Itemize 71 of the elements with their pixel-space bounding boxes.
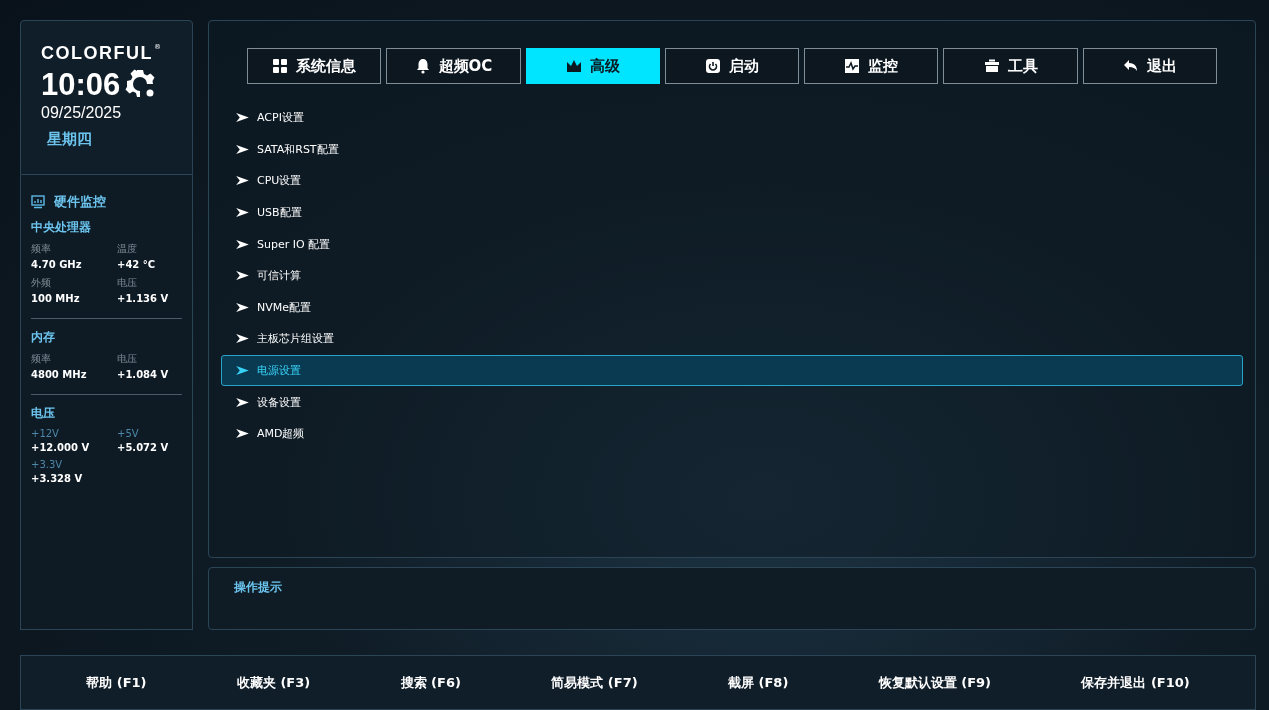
arrow-icon bbox=[236, 334, 249, 344]
arrow-icon bbox=[236, 271, 249, 281]
menu-item[interactable]: ACPI设置 bbox=[221, 102, 1243, 134]
reading-label: +3.3V bbox=[31, 459, 64, 470]
reading-label: 电压 bbox=[117, 276, 138, 290]
bell-icon bbox=[414, 58, 431, 74]
menu-item[interactable]: AMD超频 bbox=[221, 417, 1243, 450]
hotkey-button[interactable]: 截屏 (F8) bbox=[722, 672, 795, 693]
reading-value: +1.084 V bbox=[117, 369, 170, 380]
menu-tab[interactable]: 超频OC bbox=[386, 48, 521, 84]
clock-time: 10:06 bbox=[41, 68, 121, 100]
reading-value: 100 MHz bbox=[31, 293, 81, 304]
monitor-icon bbox=[31, 195, 45, 209]
reading-label: 温度 bbox=[117, 242, 138, 256]
hint-title: 操作提示 bbox=[234, 580, 282, 594]
reading-value: +42 °C bbox=[117, 259, 157, 270]
gear-icon[interactable] bbox=[124, 68, 157, 100]
arrow-icon bbox=[236, 366, 249, 376]
menu-tab[interactable]: 监控 bbox=[804, 48, 939, 84]
reading-label: 频率 bbox=[31, 352, 52, 366]
arrow-icon bbox=[236, 397, 249, 407]
section-title: 电压 bbox=[31, 405, 56, 422]
reading-value: 4800 MHz bbox=[31, 369, 88, 380]
hotkey-button[interactable]: 帮助 (F1) bbox=[80, 672, 153, 693]
arrow-icon bbox=[236, 144, 249, 154]
reading-label: 频率 bbox=[31, 242, 52, 256]
toolbox-icon bbox=[983, 58, 1000, 74]
monitor-title: 硬件监控 bbox=[54, 193, 106, 211]
menu-item[interactable]: USB配置 bbox=[221, 196, 1243, 229]
arrow-icon bbox=[236, 113, 249, 123]
grid-icon bbox=[272, 58, 289, 74]
menu-item[interactable]: 可信计算 bbox=[221, 259, 1243, 292]
arrow-icon bbox=[236, 302, 249, 312]
menu-item[interactable]: 主板芯片组设置 bbox=[221, 323, 1243, 355]
section-title: 内存 bbox=[31, 329, 56, 346]
menu-item[interactable]: CPU设置 bbox=[221, 165, 1243, 197]
menu-tab[interactable]: 启动 bbox=[664, 48, 800, 84]
reading-value: +5.072 V bbox=[117, 442, 170, 453]
reading-label: +12V bbox=[31, 428, 60, 439]
hotkey-button[interactable]: 搜索 (F6) bbox=[394, 672, 467, 693]
menu-item[interactable]: 设备设置 bbox=[221, 386, 1243, 418]
power-icon bbox=[705, 58, 721, 74]
weekday-text: 星期四 bbox=[47, 130, 93, 149]
reading-value: +12.000 V bbox=[31, 442, 91, 453]
menu-tab[interactable]: 退出 bbox=[1082, 48, 1217, 84]
reading-value: 4.70 GHz bbox=[31, 259, 83, 270]
hotkey-button[interactable]: 收藏夹 (F3) bbox=[230, 672, 317, 693]
hotkey-button[interactable]: 保存并退出 (F10) bbox=[1075, 672, 1196, 693]
reading-label: 外频 bbox=[31, 276, 52, 290]
date-text: 09/25/2025 bbox=[41, 104, 123, 122]
reading-label: 电压 bbox=[117, 352, 138, 366]
arrow-icon bbox=[236, 239, 249, 249]
pulse-icon bbox=[844, 58, 861, 74]
logo-text: COLORFUL bbox=[41, 43, 153, 64]
reading-value: +3.328 V bbox=[31, 473, 84, 484]
menu-item[interactable]: 电源设置 bbox=[221, 354, 1243, 387]
crown-icon bbox=[565, 58, 582, 74]
hotkey-button[interactable]: 简易模式 (F7) bbox=[545, 672, 644, 693]
arrow-icon bbox=[236, 208, 249, 218]
menu-tab[interactable]: 系统信息 bbox=[247, 48, 382, 84]
menu-item[interactable]: Super IO 配置 bbox=[221, 228, 1243, 260]
menu-item[interactable]: NVMe配置 bbox=[221, 291, 1243, 324]
menu-tab[interactable]: 高级 bbox=[525, 48, 660, 84]
hotkey-button[interactable]: 恢复默认设置 (F9) bbox=[872, 672, 998, 693]
arrow-icon bbox=[236, 176, 249, 186]
section-title: 中央处理器 bbox=[31, 219, 92, 236]
arrow-icon bbox=[236, 429, 249, 439]
reading-label: +5V bbox=[117, 428, 140, 439]
menu-item[interactable]: SATA和RST配置 bbox=[221, 133, 1243, 166]
reading-value: +1.136 V bbox=[117, 293, 170, 304]
menu-tab[interactable]: 工具 bbox=[943, 48, 1078, 84]
